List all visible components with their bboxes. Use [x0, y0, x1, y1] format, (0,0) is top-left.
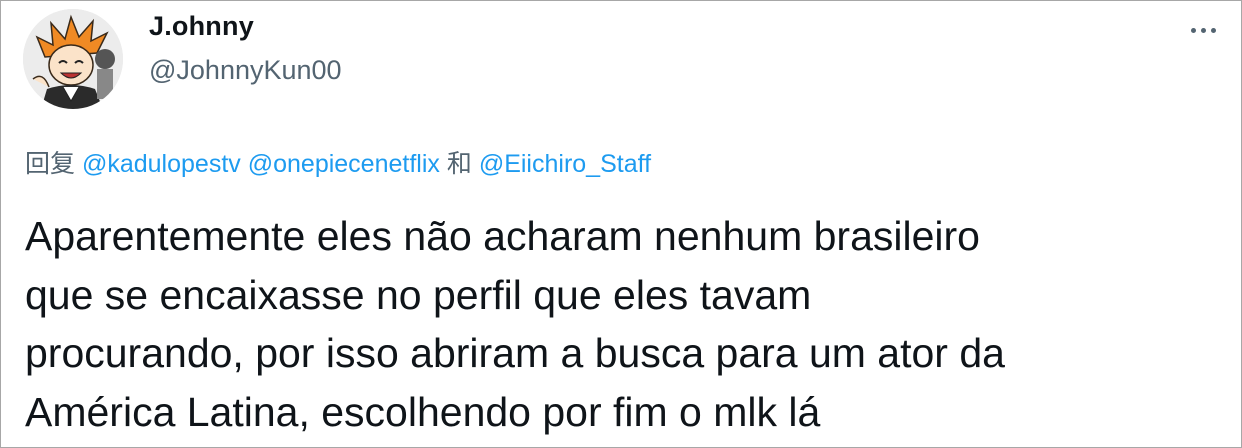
mention-link[interactable]: @onepiecenetflix	[248, 150, 440, 178]
more-options-dot	[1200, 27, 1206, 33]
tweet-text-line: que se encaixasse no perfil que eles tav…	[25, 271, 812, 318]
reply-joiner: 和	[446, 150, 472, 178]
more-options-icon	[1190, 27, 1196, 33]
more-options-dot	[1210, 27, 1216, 33]
more-options-button[interactable]	[1183, 15, 1223, 45]
tweet-text-line: América Latina, escolhendo por fim o mlk…	[25, 388, 821, 435]
avatar-image	[23, 9, 123, 109]
mention-link[interactable]: @kadulopestv	[82, 150, 241, 178]
tweet-text-line: procurando, por isso abriram a busca par…	[25, 330, 1005, 376]
reply-prefix: 回复	[25, 150, 76, 178]
mention-link[interactable]: @Eiichiro_Staff	[479, 150, 651, 178]
author-display-name[interactable]: J.ohnny	[149, 11, 254, 42]
author-avatar[interactable]	[23, 9, 123, 109]
reply-context: 回复 @kadulopestv @onepiecenetflix 和 @Eiic…	[25, 144, 651, 180]
tweet-text-line: Aparentemente eles não acharam nenhum br…	[25, 213, 980, 259]
author-handle[interactable]: @JohnnyKun00	[149, 55, 342, 86]
tweet-card[interactable]: J.ohnny @JohnnyKun00 回复 @kadulopestv @on…	[0, 0, 1242, 448]
tweet-body: Aparentemente eles não acharam nenhum br…	[25, 207, 1215, 441]
